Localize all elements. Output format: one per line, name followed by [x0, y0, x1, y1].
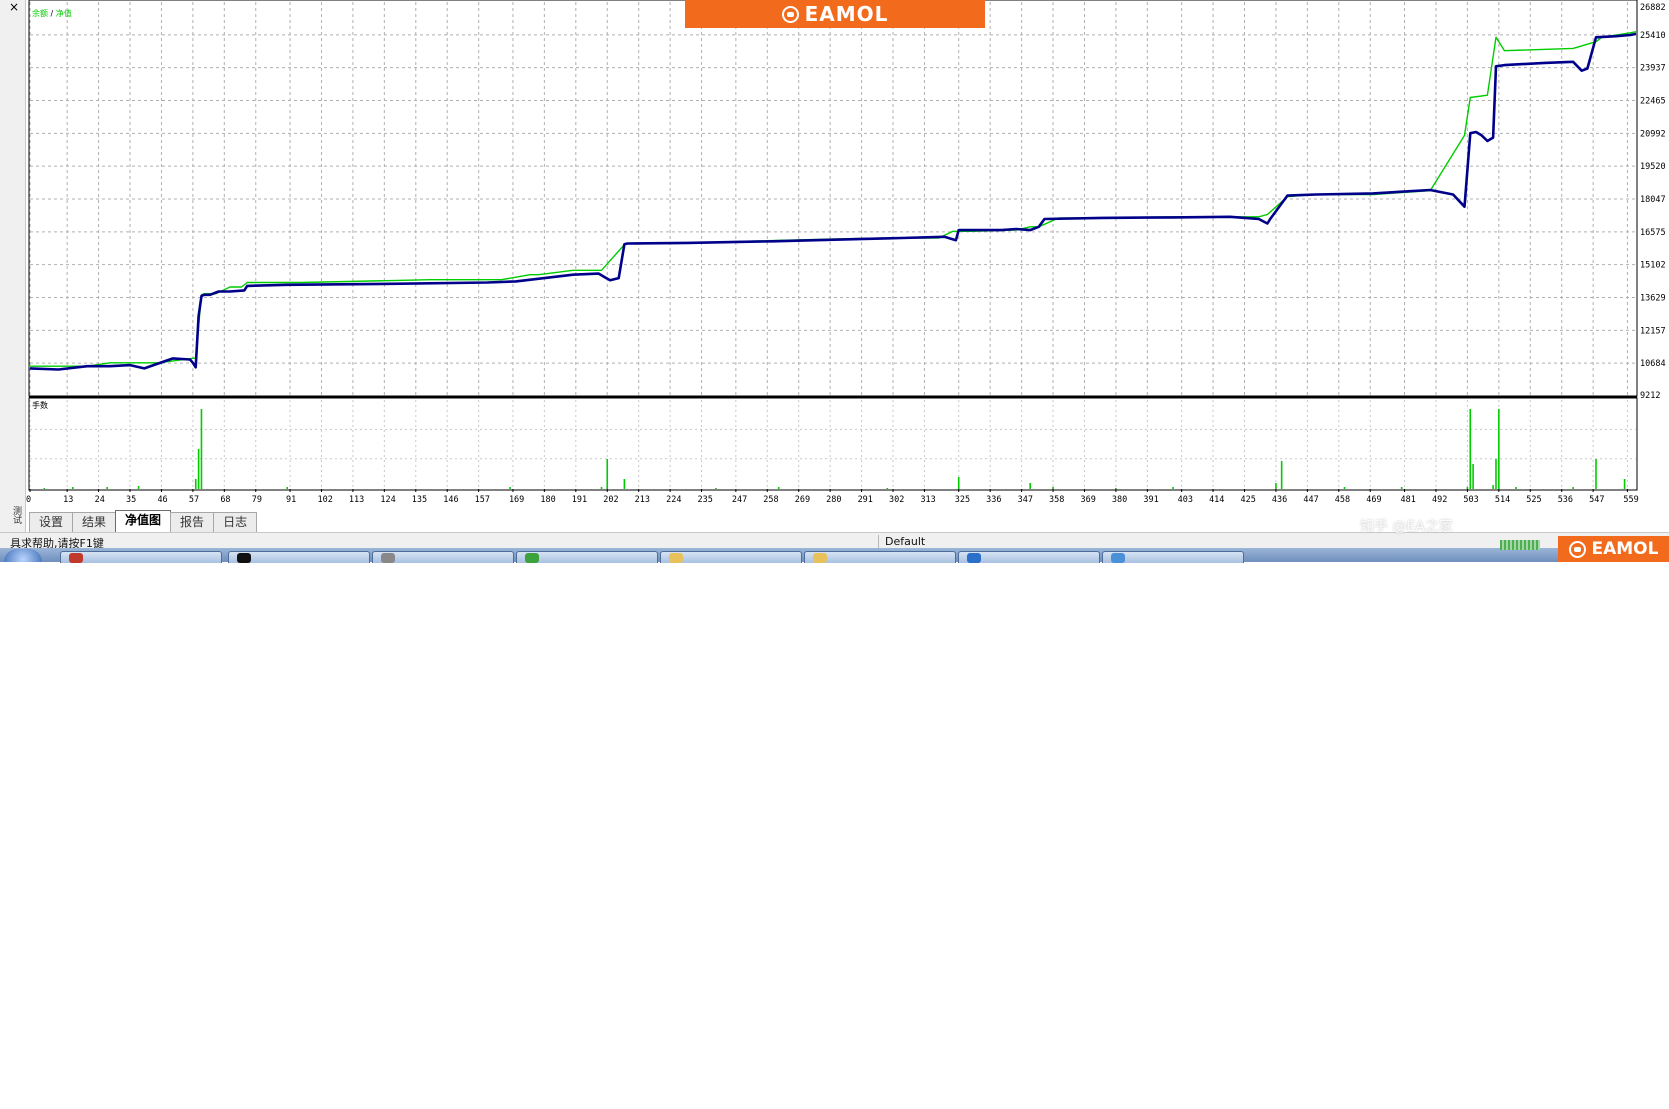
x-tick-label: 91	[286, 495, 296, 505]
eamol-logo-bottom: EAMOL	[1558, 536, 1669, 562]
x-tick-label: 547	[1589, 495, 1604, 505]
y-tick-label: 19520	[1640, 162, 1666, 172]
main-chart-area	[28, 0, 1638, 397]
x-tick-label: 380	[1112, 495, 1127, 505]
eamol-logo-top: EAMOL	[685, 0, 985, 28]
y-tick-label: 16575	[1640, 228, 1666, 238]
eamol-logo-icon	[781, 5, 799, 23]
x-tick-label: 469	[1366, 495, 1381, 505]
y-axis-ticks: 26882 25410 23937 22465 20992 19520 18047 16575…	[1640, 3, 1666, 401]
legend-balance: 余额	[32, 8, 48, 18]
x-axis-ticks: 0 13 24 35 46 57 68 79 91 102 113 124 135 146 157 169 18…	[26, 489, 1639, 505]
watermark: 知乎 @EA之家	[1360, 519, 1453, 535]
x-tick-label: 536	[1558, 495, 1573, 505]
taskbar-app-7[interactable]	[958, 551, 1100, 563]
equity-chart: 26882 25410 23937 22465 20992 19520 18047 16575…	[26, 0, 1666, 505]
y-tick-label: 26882	[1640, 3, 1666, 13]
x-tick-label: 191	[572, 495, 587, 505]
x-tick-label: 157	[475, 495, 490, 505]
y-tick-label: 18047	[1640, 195, 1666, 205]
x-tick-label: 503	[1463, 495, 1478, 505]
x-tick-label: 135	[412, 495, 427, 505]
x-tick-label: 280	[826, 495, 841, 505]
taskbar-app-6[interactable]	[804, 551, 956, 563]
taskbar-app-8[interactable]	[1102, 551, 1244, 563]
x-tick-label: 258	[763, 495, 778, 505]
x-tick-label: 102	[317, 495, 332, 505]
legend-equity: 净值	[56, 8, 72, 18]
x-tick-label: 291	[858, 495, 873, 505]
legend: 余额 / 净值	[32, 8, 72, 18]
x-tick-label: 358	[1049, 495, 1064, 505]
x-tick-label: 13	[63, 495, 73, 505]
x-tick-label: 425	[1241, 495, 1256, 505]
x-tick-label: 35	[126, 495, 136, 505]
x-tick-label: 458	[1335, 495, 1350, 505]
x-tick-label: 347	[1018, 495, 1033, 505]
x-tick-label: 302	[889, 495, 904, 505]
x-tick-label: 202	[603, 495, 618, 505]
y-tick-label: 15102	[1640, 261, 1666, 271]
x-tick-label: 0	[26, 495, 31, 505]
taskbar: 4:36	[0, 548, 1669, 1109]
eamol-logo-icon	[1568, 540, 1586, 558]
x-tick-label: 447	[1303, 495, 1318, 505]
tab-settings[interactable]: 设置	[29, 512, 74, 532]
tab-equity-graph[interactable]: 净值图	[115, 510, 172, 532]
y-tick-label: 25410	[1640, 31, 1666, 41]
x-tick-label: 492	[1432, 495, 1447, 505]
tray-chart-icon	[1500, 540, 1540, 550]
x-tick-label: 180	[540, 495, 555, 505]
x-tick-label: 79	[252, 495, 262, 505]
y-tick-label: 12157	[1640, 326, 1666, 336]
x-tick-label: 313	[920, 495, 935, 505]
x-tick-label: 391	[1143, 495, 1158, 505]
y-tick-label: 9212	[1640, 391, 1660, 401]
logo-text: EAMOL	[1591, 539, 1659, 559]
x-tick-label: 247	[732, 495, 747, 505]
taskbar-app-5[interactable]	[660, 551, 802, 563]
lots-pane-label: 手数	[32, 400, 48, 410]
x-tick-label: 224	[666, 495, 681, 505]
x-tick-label: 269	[795, 495, 810, 505]
y-tick-label: 22465	[1640, 96, 1666, 106]
start-button[interactable]	[4, 549, 42, 562]
tab-journal[interactable]: 日志	[213, 512, 258, 532]
x-tick-label: 481	[1401, 495, 1416, 505]
y-tick-label: 13629	[1640, 294, 1666, 304]
x-tick-label: 124	[380, 495, 395, 505]
taskbar-clock: 4:36	[1352, 1099, 1373, 1109]
x-tick-label: 46	[157, 495, 167, 505]
x-tick-label: 325	[955, 495, 970, 505]
taskbar-app-2[interactable]	[228, 551, 370, 563]
x-tick-label: 369	[1080, 495, 1095, 505]
taskbar-app-3[interactable]	[372, 551, 514, 563]
taskbar-app-1[interactable]	[60, 551, 222, 563]
x-tick-label: 57	[189, 495, 199, 505]
x-tick-label: 414	[1209, 495, 1224, 505]
x-tick-label: 113	[349, 495, 364, 505]
x-tick-label: 68	[220, 495, 230, 505]
logo-text: EAMOL	[804, 2, 889, 26]
x-tick-label: 146	[443, 495, 458, 505]
x-tick-label: 213	[635, 495, 650, 505]
x-tick-label: 514	[1495, 495, 1510, 505]
x-tick-label: 525	[1526, 495, 1541, 505]
taskbar-app-4[interactable]	[516, 551, 658, 563]
status-profile: Default	[878, 535, 925, 548]
x-tick-label: 336	[986, 495, 1001, 505]
lots-chart-area	[28, 397, 1638, 491]
x-tick-label: 169	[509, 495, 524, 505]
y-tick-label: 20992	[1640, 129, 1666, 139]
x-tick-label: 235	[698, 495, 713, 505]
tab-results[interactable]: 结果	[72, 512, 117, 532]
x-tick-label: 559	[1623, 495, 1638, 505]
tester-tabs: 设置 结果 净值图 报告 日志	[29, 510, 258, 532]
x-tick-label: 436	[1272, 495, 1287, 505]
tab-report[interactable]: 报告	[170, 512, 215, 532]
x-tick-label: 403	[1178, 495, 1193, 505]
x-tick-label: 24	[95, 495, 105, 505]
y-tick-label: 23937	[1640, 64, 1666, 74]
y-tick-label: 10684	[1640, 359, 1666, 369]
